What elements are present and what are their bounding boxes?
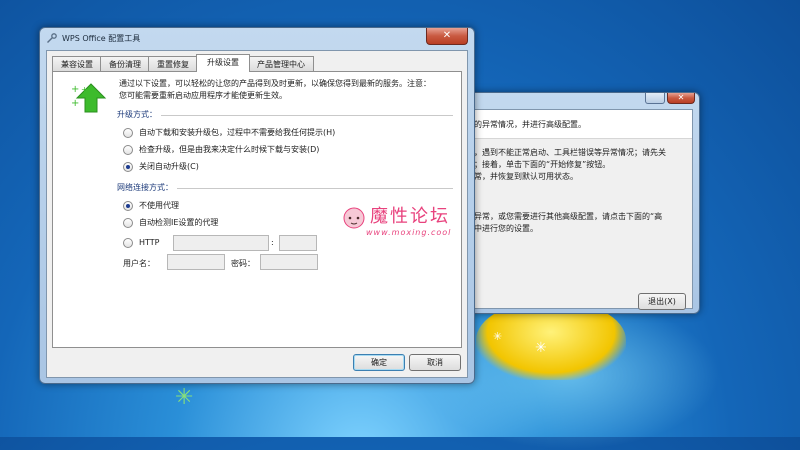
bg-text-line: 复异常，或您需要进行其他高级配置，请点击下面的“高 [466,212,663,221]
background-window-client: 到的异常情况，并进行高级配置。 时，遇到不能正常启动、工具栏错误等异常情况；请先… [447,109,693,310]
password-input[interactable] [260,254,318,270]
proxy-host-input[interactable] [173,235,269,251]
bg-minimize-icon[interactable] [645,93,665,104]
option-label: HTTP [139,238,160,247]
ok-button[interactable]: 确定 [353,354,405,371]
proxy-port-input[interactable] [279,235,317,251]
network-option-ie-proxy[interactable]: 自动检测IE设置的代理 [123,217,218,229]
port-separator: : [271,238,274,247]
bg-text-line: 复；接着，单击下面的“开始修复”按钮。 [466,160,611,169]
radio-button[interactable] [123,217,133,228]
option-label: 关闭自动升级(C) [139,162,199,171]
svg-text:+: + [71,84,79,95]
radio-button[interactable] [123,144,133,155]
forum-watermark: 魔性论坛 www.moxing.cool [340,200,460,246]
option-label: 检查升级，但是由我来决定什么时候下载与安装(D) [139,145,320,154]
tab-upgrade-settings[interactable]: 升级设置 [196,54,250,72]
section-divider [161,115,453,116]
network-option-http[interactable]: HTTP [123,237,159,249]
upgrade-option-check[interactable]: 检查升级，但是由我来决定什么时候下载与安装(D) [123,144,319,156]
svg-text:+: + [81,85,88,94]
bg-text-line: 步中进行您的设置。 [466,224,538,233]
svg-text:+: + [71,98,79,109]
upgrade-option-auto[interactable]: 自动下载和安装升级包，过程中不需要给我任何提示(H) [123,127,335,139]
upgrade-arrow-icon: + + + [71,83,107,113]
username-label: 用户名： [123,259,155,268]
radio-button-selected[interactable] [123,161,133,172]
tab-compatibility[interactable]: 兼容设置 [52,56,102,72]
watermark-face-icon [343,207,365,229]
window-title: WPS Office 配置工具 [62,34,141,43]
tab-backup-cleanup[interactable]: 备份清理 [100,56,150,72]
radio-button-selected[interactable] [123,200,133,211]
desktop-sparkle-icon: ✳ [535,340,547,356]
bg-text-line: 时，遇到不能正常启动、工具栏错误等异常情况；请先关 [466,148,666,157]
password-label: 密码： [231,259,255,268]
intro-text-line: 您可能需要重新启动应用程序才能使更新生效。 [119,91,287,100]
wps-tool-icon [47,33,57,43]
upgrade-method-label: 升级方式： [117,110,157,119]
watermark-url: www.moxing.cool [366,228,452,237]
option-label: 自动检测IE设置的代理 [139,218,219,227]
title-bar[interactable]: WPS Office 配置工具 [40,28,474,50]
bg-close-icon[interactable]: ✕ [667,93,695,104]
intro-text-line: 通过以下设置，可以轻松的让您的产品得到及时更新，以确保您得到最新的服务。注意： [119,79,431,88]
tab-product-center[interactable]: 产品管理中心 [248,56,314,72]
tab-reset-repair[interactable]: 重置修复 [148,56,198,72]
exit-button[interactable]: 退出(X) [638,293,686,310]
bg-text-line: 到的异常情况，并进行高级配置。 [466,120,586,129]
desktop-sparkle-icon: ✳ [493,330,503,343]
network-method-label: 网络连接方式： [117,183,173,192]
background-window: ✕ 到的异常情况，并进行高级配置。 时，遇到不能正常启动、工具栏错误等异常情况；… [440,92,700,314]
cancel-button[interactable]: 取消 [409,354,461,371]
option-label: 不使用代理 [139,201,179,210]
radio-button[interactable] [123,237,133,248]
radio-button[interactable] [123,127,133,138]
option-label: 自动下载和安装升级包，过程中不需要给我任何提示(H) [139,128,336,137]
bg-text-line: 异常，并恢复到默认可用状态。 [466,172,578,181]
upgrade-option-off[interactable]: 关闭自动升级(C) [123,161,199,173]
section-divider [177,188,453,189]
desktop-leaf-decoration: ✳ [175,385,194,410]
username-input[interactable] [167,254,225,270]
network-option-no-proxy[interactable]: 不使用代理 [123,200,179,212]
close-icon[interactable]: ✕ [426,28,468,45]
watermark-title: 魔性论坛 [370,206,450,227]
